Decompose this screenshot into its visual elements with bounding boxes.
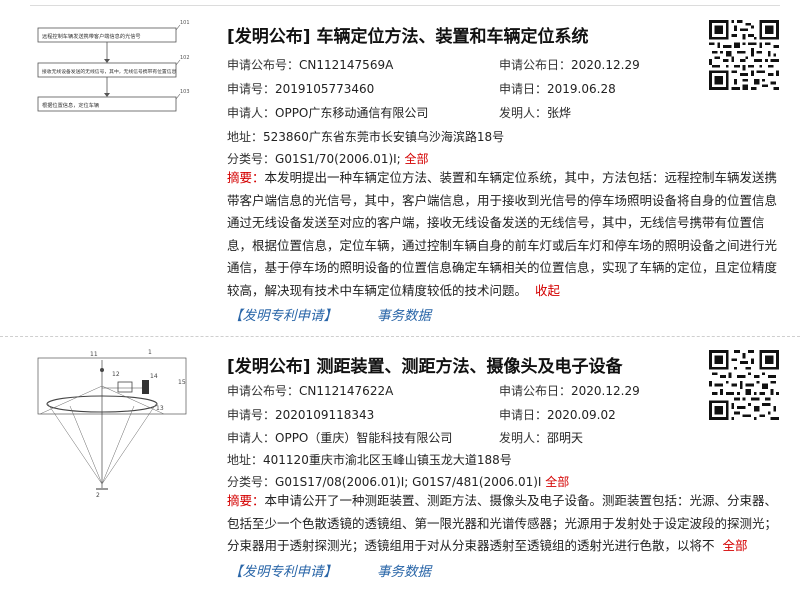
publication-number: 申请公布号：CN112147569A xyxy=(227,58,394,72)
classification: 分类号：G01S17/08(2006.01)I; G01S7/481(2006.… xyxy=(227,475,570,489)
address: 地址：523860广东省东莞市长安镇乌沙海滨路18号 xyxy=(227,130,505,144)
patent-title[interactable]: [发明公布] 测距装置、测距方法、摄像头及电子设备 xyxy=(227,352,622,377)
abstract-label: 摘要： xyxy=(227,493,265,508)
flow-arrowhead-1 xyxy=(104,59,110,63)
qr-code-icon xyxy=(709,20,779,90)
diagram-ref-12: 12 xyxy=(112,371,120,378)
abstract-text: 本发明提出一种车辆定位方法、装置和车辆定位系统，其中，方法包括：远程控制车辆发送… xyxy=(227,170,778,298)
classification-all-link[interactable]: 全部 xyxy=(545,475,569,489)
record-links: 【发明专利申请】 事务数据 xyxy=(229,560,431,580)
diagram-sensor xyxy=(142,380,149,394)
diagram-ref-15: 15 xyxy=(178,379,186,386)
flow-arrowhead-2 xyxy=(104,93,110,97)
flow-box-1-text: 远程控制车辆发送携带客户端信息的光信号 xyxy=(42,32,141,40)
publication-number: 申请公布号：CN112147622A xyxy=(227,384,394,398)
abstract-text: 本申请公开了一种测距装置、测距方法、摄像头及电子设备。测距装置包括：光源、分束器… xyxy=(227,493,778,554)
patent-record-1: 远程控制车辆发送携带客户端信息的光信号 101 接收无线设备发送的无线信号，其中… xyxy=(0,0,800,338)
ray-6 xyxy=(101,405,135,485)
abstract-expand-link[interactable]: 全部 xyxy=(722,538,747,553)
classification-all-link[interactable]: 全部 xyxy=(405,152,429,166)
flow-leader-3 xyxy=(175,93,181,100)
transaction-data-link[interactable]: 事务数据 xyxy=(377,308,431,324)
abstract: 摘要：本申请公开了一种测距装置、测距方法、摄像头及电子设备。测距装置包括：光源、… xyxy=(227,490,782,558)
diagram-ref-1: 1 xyxy=(148,349,152,356)
patent-thumbnail-optical-diagram[interactable]: 11 1 12 14 15 13 2 xyxy=(30,346,210,498)
diagram-ref-11: 11 xyxy=(90,351,98,358)
flow-ref-2: 102 xyxy=(180,55,190,61)
abstract-label: 摘要： xyxy=(227,170,265,185)
patent-thumbnail-flowchart[interactable]: 远程控制车辆发送携带客户端信息的光信号 101 接收无线设备发送的无线信号，其中… xyxy=(30,14,210,126)
ray-4 xyxy=(101,403,157,485)
flow-box-3-text: 根据位置信息，定位车辆 xyxy=(42,101,99,109)
diagram-ref-2: 2 xyxy=(96,492,100,498)
transaction-data-link[interactable]: 事务数据 xyxy=(377,564,431,580)
classification: 分类号：G01S1/70(2006.01)I; 全部 xyxy=(227,152,429,166)
application-date: 申请日：2020.09.02 xyxy=(499,408,616,422)
inventor: 发明人：邵明天 xyxy=(499,431,584,445)
application-number: 申请号：2019105773460 xyxy=(227,82,375,96)
patent-record-2: 11 1 12 14 15 13 2 [发明公布] 测距装置、测距方法、摄像头及… xyxy=(0,338,800,593)
publication-date: 申请公布日：2020.12.29 xyxy=(499,384,640,398)
flow-ref-1: 101 xyxy=(180,20,190,26)
ray-1 xyxy=(39,385,103,415)
flow-leader-1 xyxy=(175,24,181,31)
flow-box-2-text: 接收无线设备发送的无线信号，其中，无线信号携带有位置信息 xyxy=(42,68,177,75)
diagram-beam-splitter xyxy=(117,381,133,393)
ray-5 xyxy=(69,405,103,485)
diagram-ref-14: 14 xyxy=(150,373,158,380)
diagram-ref-13: 13 xyxy=(156,405,164,412)
invention-application-link[interactable]: 【发明专利申请】 xyxy=(229,564,337,580)
application-date: 申请日：2019.06.28 xyxy=(499,82,616,96)
address: 地址：401120重庆市渝北区玉峰山镇玉龙大道188号 xyxy=(227,453,512,467)
flow-ref-3: 103 xyxy=(180,89,190,95)
patent-title[interactable]: [发明公布] 车辆定位方法、装置和车辆定位系统 xyxy=(227,22,588,47)
invention-application-link[interactable]: 【发明专利申请】 xyxy=(229,308,337,324)
ray-3 xyxy=(47,403,103,485)
inventor: 发明人：张烨 xyxy=(499,106,572,120)
record-divider xyxy=(0,336,800,337)
flow-leader-2 xyxy=(175,59,181,66)
abstract: 摘要：本发明提出一种车辆定位方法、装置和车辆定位系统，其中，方法包括：远程控制车… xyxy=(227,167,782,303)
ray-2 xyxy=(101,385,165,415)
diagram-frame xyxy=(37,357,187,415)
application-number: 申请号：2020109118343 xyxy=(227,408,375,422)
diagram-source xyxy=(100,368,104,372)
record-links: 【发明专利申请】 事务数据 xyxy=(229,304,431,324)
abstract-collapse-link[interactable]: 收起 xyxy=(535,283,560,298)
publication-date: 申请公布日：2020.12.29 xyxy=(499,58,640,72)
applicant: 申请人：OPPO（重庆）智能科技有限公司 xyxy=(227,431,453,445)
qr-code-icon xyxy=(709,350,779,420)
applicant: 申请人：OPPO广东移动通信有限公司 xyxy=(227,106,429,120)
